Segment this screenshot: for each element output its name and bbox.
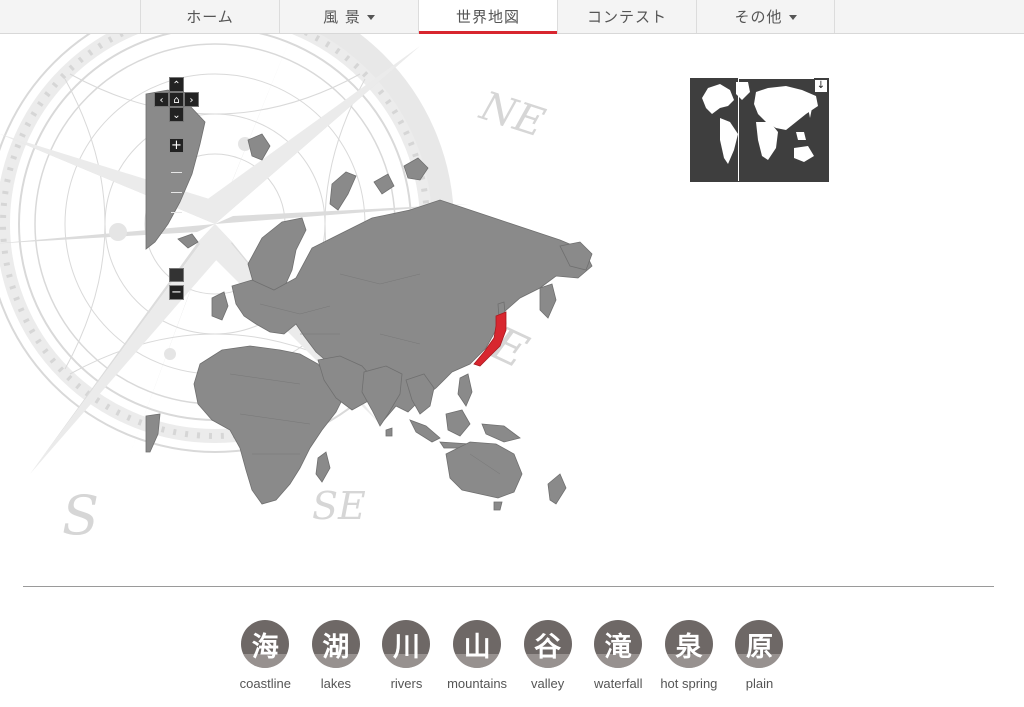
category-hot-spring[interactable]: 泉 hot spring <box>654 620 725 691</box>
land-sumatra <box>409 419 441 443</box>
category-label: mountains <box>447 676 508 691</box>
category-label: rivers <box>390 676 423 691</box>
land-tasmania <box>493 501 503 511</box>
category-waterfall[interactable]: 滝 waterfall <box>583 620 654 691</box>
collapse-arrow-icon[interactable]: ↓ <box>815 80 827 92</box>
category-coastline[interactable]: 海 coastline <box>230 620 301 691</box>
home-icon[interactable]: ⌂ <box>169 92 184 107</box>
nav-item-home[interactable]: ホーム <box>140 0 279 33</box>
land-novaya-zemlya <box>329 171 357 211</box>
category-kanji: 泉 <box>675 631 703 663</box>
pan-left-button[interactable]: ‹ <box>154 92 169 107</box>
land-madagascar <box>315 451 331 483</box>
nav-item-world-map[interactable]: 世界地図 <box>418 0 557 34</box>
category-label: lakes <box>320 676 352 691</box>
land-south-america-edge <box>145 413 161 453</box>
land-australia <box>445 441 523 499</box>
category-kanji: 川 <box>392 631 420 663</box>
land-sri-lanka <box>385 427 393 437</box>
lakes-kanji-icon: 湖 <box>311 620 360 668</box>
zoom-slider-track[interactable] <box>169 156 184 262</box>
category-label: valley <box>531 676 565 691</box>
land-britain <box>211 291 229 321</box>
category-kanji: 海 <box>251 631 279 663</box>
category-kanji: 湖 <box>322 631 350 663</box>
land-philippines <box>457 373 473 407</box>
category-valley[interactable]: 谷 valley <box>512 620 583 691</box>
coastline-kanji-icon: 海 <box>241 620 290 668</box>
section-divider <box>23 586 994 587</box>
land-severnaya <box>373 173 395 195</box>
category-label: plain <box>745 676 774 691</box>
category-rivers[interactable]: 川 rivers <box>371 620 442 691</box>
category-label: coastline <box>239 676 291 691</box>
category-list: 海 coastline 湖 lakes 川 rivers 山 mountains… <box>230 620 795 691</box>
caret-down-icon <box>788 15 797 20</box>
nav-item-other[interactable]: その他 <box>696 0 835 33</box>
mountains-kanji-icon: 山 <box>453 620 502 668</box>
land-borneo <box>445 409 471 437</box>
nav-label: 風 景 <box>323 8 361 26</box>
category-kanji: 山 <box>463 631 491 663</box>
nav-item-scenery[interactable]: 風 景 <box>279 0 418 33</box>
zoom-in-button[interactable]: + <box>169 138 184 153</box>
category-mountains[interactable]: 山 mountains <box>442 620 513 691</box>
waterfall-kanji-icon: 滝 <box>594 620 643 668</box>
rivers-kanji-icon: 川 <box>382 620 431 668</box>
pan-right-button[interactable]: › <box>184 92 199 107</box>
land-new-guinea <box>481 423 521 443</box>
land-india <box>361 365 403 427</box>
category-label: hot spring <box>660 676 718 691</box>
zoom-tick <box>171 192 182 193</box>
world-map[interactable] <box>0 34 1024 574</box>
map-stage[interactable]: NE E SE S ⌃ ‹ ⌂ › ⌄ + − ↓ <box>0 34 1024 574</box>
nav-menu: ホーム 風 景 世界地図 コンテスト その他 <box>140 0 835 34</box>
overview-viewport-box[interactable] <box>738 78 814 181</box>
hot-spring-kanji-icon: 泉 <box>664 620 713 668</box>
land-new-zealand <box>547 473 567 505</box>
top-navigation: ホーム 風 景 世界地図 コンテスト その他 <box>0 0 1024 34</box>
zoom-tick <box>171 212 182 213</box>
nav-label: その他 <box>734 8 783 26</box>
category-kanji: 滝 <box>604 631 632 663</box>
nav-label: ホーム <box>186 8 234 26</box>
category-lakes[interactable]: 湖 lakes <box>301 620 372 691</box>
land-siberian-islands <box>403 157 429 181</box>
nav-label: コンテスト <box>586 8 667 26</box>
caret-down-icon <box>366 15 375 20</box>
category-plain[interactable]: 原 plain <box>724 620 795 691</box>
pan-down-button[interactable]: ⌄ <box>169 107 184 122</box>
pan-up-button[interactable]: ⌃ <box>169 77 184 92</box>
zoom-slider-handle[interactable] <box>169 268 184 282</box>
valley-kanji-icon: 谷 <box>523 620 572 668</box>
zoom-tick <box>171 172 182 173</box>
land-svalbard <box>247 133 271 161</box>
plain-kanji-icon: 原 <box>735 620 784 668</box>
land-kamchatka <box>539 283 557 319</box>
zoom-out-button[interactable]: − <box>169 285 184 300</box>
category-kanji: 谷 <box>534 631 562 663</box>
category-kanji: 原 <box>745 631 773 663</box>
nav-label: 世界地図 <box>455 8 520 26</box>
nav-item-contest[interactable]: コンテスト <box>557 0 696 33</box>
category-label: waterfall <box>594 676 643 691</box>
overview-minimap[interactable]: ↓ <box>690 78 829 182</box>
